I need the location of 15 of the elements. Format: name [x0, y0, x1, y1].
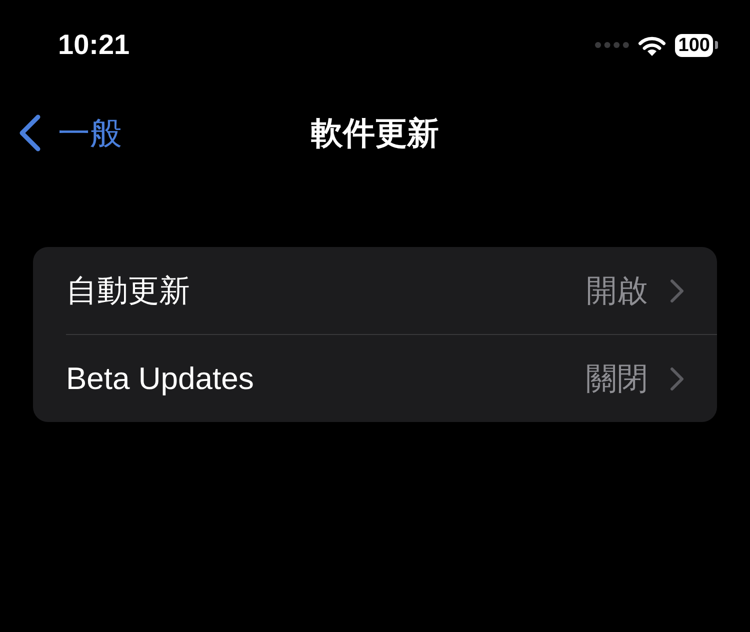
row-label: 自動更新 — [66, 275, 190, 306]
back-chevron-icon — [18, 114, 42, 152]
back-button[interactable]: 一般 — [0, 114, 122, 152]
settings-row[interactable]: 自動更新 開啟 — [33, 247, 717, 334]
row-label: Beta Updates — [66, 363, 254, 394]
status-time: 10:21 — [58, 31, 130, 59]
cellular-signal-icon — [595, 42, 630, 48]
chevron-right-icon — [670, 278, 684, 302]
row-value: 開啟 — [586, 275, 648, 306]
settings-row[interactable]: Beta Updates 關閉 — [33, 335, 717, 422]
page-title: 軟件更新 — [311, 116, 439, 148]
battery-level: 100 — [675, 34, 713, 56]
chevron-right-icon — [670, 366, 684, 390]
row-value: 關閉 — [586, 363, 648, 394]
wifi-icon — [638, 34, 666, 56]
